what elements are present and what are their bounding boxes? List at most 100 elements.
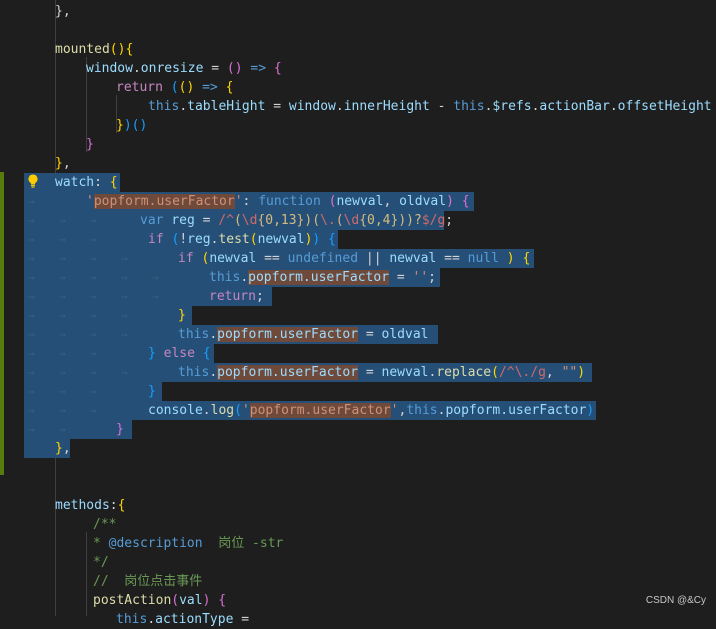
code-token: { xyxy=(117,498,126,513)
code-token: ' xyxy=(234,194,243,209)
code-line[interactable]: return (() => { xyxy=(116,78,233,97)
code-token: {0,13} xyxy=(257,213,305,228)
code-line[interactable]: postAction(val) { xyxy=(93,591,226,610)
code-token: postAction xyxy=(93,593,172,608)
tab-whitespace-marker: → xyxy=(90,385,97,398)
code-token: popform.userFactor xyxy=(248,270,390,285)
code-token: else xyxy=(163,346,195,361)
code-token: onresize xyxy=(140,61,204,76)
code-token: /^\./g xyxy=(498,365,546,380)
code-token: this xyxy=(116,612,148,627)
tab-whitespace-marker: → xyxy=(28,366,35,379)
code-token: . xyxy=(179,99,188,114)
code-token: if xyxy=(178,251,194,266)
tab-whitespace-marker: → xyxy=(28,385,35,398)
code-line[interactable]: this.popform.userFactor = ''; xyxy=(209,268,436,287)
code-line[interactable]: * @description 岗位 -str xyxy=(93,534,283,553)
code-token: offsetHeight xyxy=(617,99,712,114)
code-token: val xyxy=(179,593,203,608)
code-token: \. xyxy=(320,213,336,228)
code-line[interactable]: // 岗位点击事件 xyxy=(93,572,202,591)
code-token: ' xyxy=(241,403,250,418)
code-token: , xyxy=(383,194,400,209)
code-token: = xyxy=(203,61,227,76)
code-token: ( xyxy=(171,593,180,608)
code-token: . xyxy=(209,327,218,342)
tab-whitespace-marker: → xyxy=(28,423,35,436)
watermark: CSDN @&Cy xyxy=(645,595,706,606)
code-line[interactable]: } xyxy=(86,135,94,154)
code-token: = xyxy=(389,270,413,285)
code-token: ; xyxy=(428,270,436,285)
code-line[interactable]: if (!reg.test(newval)) { xyxy=(148,230,336,249)
tab-whitespace-marker: → xyxy=(90,309,97,322)
code-token: { xyxy=(109,175,118,190)
code-line[interactable]: /** xyxy=(93,515,116,534)
code-line[interactable]: var reg = /^(\d{0,13})(\.(\d{0,4}))?$/g; xyxy=(140,211,453,230)
code-line[interactable]: if (newval == undefined || newval == nul… xyxy=(178,249,530,268)
tab-whitespace-marker: → xyxy=(28,309,35,322)
code-token: function xyxy=(258,194,321,209)
tab-whitespace-marker: → xyxy=(121,290,128,303)
code-line[interactable]: this.tableHight = window.innerHeight - t… xyxy=(148,97,716,116)
code-token: this xyxy=(178,327,210,342)
code-token: {0,4} xyxy=(359,213,399,228)
code-token: , xyxy=(62,156,71,171)
code-token: newval xyxy=(389,251,437,266)
code-token: } xyxy=(116,118,124,133)
code-line[interactable]: this.popform.userFactor = oldval xyxy=(178,325,428,344)
code-line[interactable]: }, xyxy=(55,154,71,173)
code-token: popform.userFactor xyxy=(249,403,391,418)
code-token: () xyxy=(226,61,243,76)
code-line[interactable]: window.onresize = () => { xyxy=(86,59,282,78)
code-token: actionType xyxy=(155,612,234,627)
code-line[interactable]: methods:{ xyxy=(55,496,125,515)
tab-whitespace-marker: → xyxy=(59,328,66,341)
tab-whitespace-marker: → xyxy=(121,366,128,379)
tab-whitespace-marker: → xyxy=(121,328,128,341)
code-token: ( xyxy=(335,213,344,228)
code-token: newval xyxy=(257,232,305,247)
code-token: { xyxy=(218,593,227,608)
code-token: => xyxy=(250,61,267,76)
code-token: . xyxy=(209,365,218,380)
code-token: { xyxy=(125,42,134,57)
code-line[interactable]: */ xyxy=(93,553,109,572)
code-line[interactable]: mounted(){ xyxy=(55,40,133,59)
code-line[interactable]: 'popform.userFactor': function (newval, … xyxy=(86,192,470,211)
code-token: mounted xyxy=(55,42,110,57)
code-token: () xyxy=(109,42,126,57)
lightbulb-icon[interactable] xyxy=(25,173,41,189)
code-line[interactable]: }, xyxy=(55,2,71,21)
code-token: . xyxy=(132,61,141,76)
code-token: null xyxy=(467,251,499,266)
code-line[interactable]: watch: { xyxy=(55,173,118,192)
code-token: "" xyxy=(561,365,578,380)
code-token: window xyxy=(86,61,133,76)
code-token: ' xyxy=(86,194,94,209)
code-line[interactable]: }, xyxy=(55,439,71,458)
code-line[interactable]: this.actionType = xyxy=(116,610,257,629)
tab-whitespace-marker: → xyxy=(28,290,35,303)
code-token: } xyxy=(178,308,186,323)
code-line[interactable]: return; xyxy=(209,287,264,306)
tab-whitespace-marker: → xyxy=(28,328,35,341)
code-token: 岗位 -str xyxy=(202,536,284,551)
code-line[interactable]: } else { xyxy=(148,344,211,363)
code-token: $refs xyxy=(492,99,532,114)
tab-whitespace-marker: → xyxy=(59,366,66,379)
code-line[interactable]: console.log('popform.userFactor',this.po… xyxy=(148,401,594,420)
tab-whitespace-marker: → xyxy=(59,404,66,417)
tab-whitespace-marker: → xyxy=(28,404,35,417)
code-line[interactable]: } xyxy=(148,382,156,401)
code-line[interactable]: this.popform.userFactor = newval.replace… xyxy=(178,363,585,382)
code-token: ( xyxy=(170,80,179,95)
code-line[interactable]: } xyxy=(178,306,186,325)
code-line[interactable]: } xyxy=(116,420,124,439)
code-token: if xyxy=(148,232,164,247)
code-line[interactable]: })() xyxy=(116,116,147,135)
